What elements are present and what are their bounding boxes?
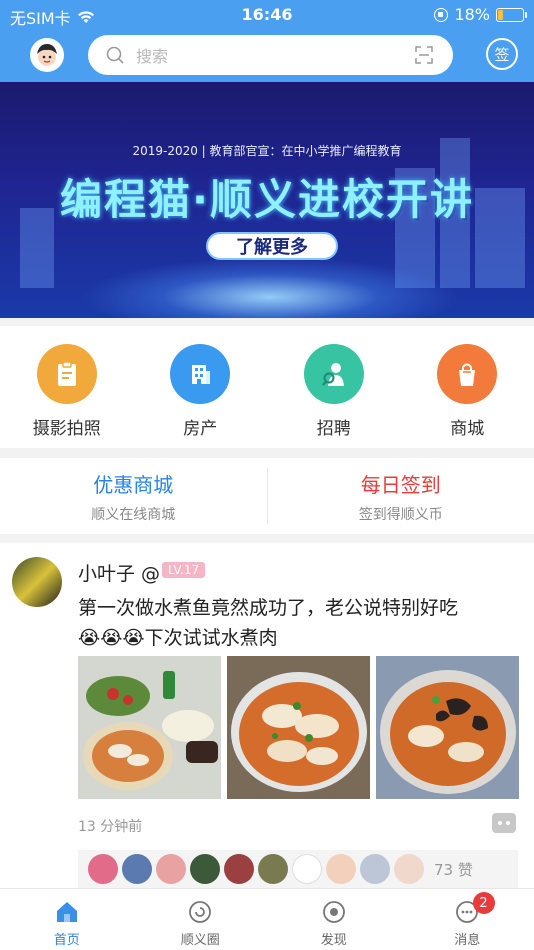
category-photography[interactable]: 摄影拍照 bbox=[0, 326, 134, 448]
category-icon-circle bbox=[437, 344, 498, 404]
app-screen: 无SIM卡 16:46 18% 搜索 签 2019-2020 | 教育部官宣：在… bbox=[0, 0, 534, 950]
status-bar: 无SIM卡 16:46 18% bbox=[0, 0, 534, 28]
search-icon bbox=[106, 46, 124, 64]
category-jobs[interactable]: 招聘 bbox=[267, 326, 401, 448]
clipboard-icon bbox=[57, 361, 76, 386]
banner-headline: 编程猫·顺义进校开讲 bbox=[60, 175, 474, 224]
promo-banner[interactable]: 2019-2020 | 教育部官宣：在中小学推广编程教育 编程猫·顺义进校开讲 … bbox=[0, 82, 534, 318]
banner-cta-button[interactable]: 了解更多 bbox=[206, 232, 338, 260]
tab-home[interactable]: 首页 bbox=[0, 889, 134, 950]
tab-circle[interactable]: 顺义圈 bbox=[134, 889, 268, 950]
tab-label: 消息 bbox=[454, 933, 481, 948]
home-icon bbox=[56, 902, 77, 922]
category-mall[interactable]: 商城 bbox=[401, 326, 534, 448]
category-real-estate[interactable]: 房产 bbox=[134, 326, 268, 448]
liker-avatar[interactable] bbox=[292, 854, 322, 884]
post-image[interactable] bbox=[376, 656, 519, 799]
tab-discover[interactable]: 发现 bbox=[267, 889, 401, 950]
liker-avatar[interactable] bbox=[88, 854, 118, 884]
food-photo bbox=[227, 656, 370, 799]
post-images bbox=[78, 656, 519, 799]
liker-avatar[interactable] bbox=[258, 854, 288, 884]
scan-icon[interactable] bbox=[415, 46, 433, 64]
battery-icon bbox=[496, 7, 527, 22]
building-icon bbox=[192, 365, 211, 384]
liker-avatar[interactable] bbox=[224, 854, 254, 884]
post-text-line: 第一次做水煮鱼竟然成功了，老公说特别好吃 bbox=[78, 597, 459, 619]
tab-label: 顺义圈 bbox=[180, 933, 220, 948]
promo-subtitle: 签到得顺义币 bbox=[358, 506, 443, 523]
liker-avatar[interactable] bbox=[190, 854, 220, 884]
promo-subtitle: 顺义在线商城 bbox=[91, 506, 176, 523]
discover-icon bbox=[322, 901, 345, 923]
status-right: 18% bbox=[434, 5, 527, 24]
liker-avatar[interactable] bbox=[326, 854, 356, 884]
post-image[interactable] bbox=[78, 656, 221, 799]
person-search-icon bbox=[321, 363, 344, 386]
post-timestamp: 13 分钟前 bbox=[78, 819, 143, 835]
category-label: 摄影拍照 bbox=[32, 419, 101, 439]
tab-label: 首页 bbox=[53, 933, 80, 948]
liker-avatar[interactable] bbox=[394, 854, 424, 884]
category-icon-circle bbox=[36, 344, 97, 404]
category-label: 商城 bbox=[450, 419, 485, 439]
feed-post[interactable]: 小叶子 @ LV.17 第一次做水煮鱼竟然成功了，老公说特别好吃 😭😭😭下次试试… bbox=[0, 543, 534, 888]
likes-count: 73 赞 bbox=[434, 860, 473, 879]
avatar-face-icon bbox=[37, 44, 57, 66]
promo-checkin[interactable]: 每日签到 签到得顺义币 bbox=[268, 458, 534, 534]
liker-avatar[interactable] bbox=[360, 854, 390, 884]
battery-percent: 18% bbox=[454, 5, 490, 24]
search-placeholder: 搜索 bbox=[136, 47, 169, 66]
unread-badge: 2 bbox=[472, 892, 495, 914]
category-icon-circle bbox=[303, 344, 364, 404]
category-icon-circle bbox=[170, 344, 231, 404]
liker-avatar[interactable] bbox=[122, 854, 152, 884]
post-author-avatar[interactable] bbox=[12, 557, 62, 607]
bottom-tab-bar: 首页 顺义圈 发现 消息 2 bbox=[0, 888, 534, 950]
search-bar[interactable]: 搜索 bbox=[88, 35, 453, 75]
user-avatar[interactable] bbox=[30, 38, 64, 72]
sign-in-button[interactable]: 签 bbox=[486, 38, 518, 70]
promo-title: 每日签到 bbox=[360, 472, 441, 497]
post-content: 第一次做水煮鱼竟然成功了，老公说特别好吃 😭😭😭下次试试水煮肉 bbox=[78, 593, 518, 653]
comment-dots-icon bbox=[498, 821, 510, 825]
category-label: 招聘 bbox=[316, 419, 351, 439]
category-label: 房产 bbox=[183, 419, 218, 439]
promo-mall[interactable]: 优惠商城 顺义在线商城 bbox=[0, 458, 267, 534]
food-photo bbox=[376, 656, 519, 799]
post-text-line: 😭😭😭下次试试水煮肉 bbox=[78, 627, 278, 649]
category-grid: 摄影拍照 房产 招聘 商城 bbox=[0, 326, 534, 448]
promo-row: 优惠商城 顺义在线商城 每日签到 签到得顺义币 bbox=[0, 458, 534, 534]
level-badge: LV.17 bbox=[162, 562, 206, 578]
circle-icon bbox=[189, 901, 212, 923]
tab-messages[interactable]: 消息 2 bbox=[401, 889, 534, 950]
post-image[interactable] bbox=[227, 656, 370, 799]
food-photo bbox=[78, 656, 221, 799]
shopping-bag-icon bbox=[459, 363, 476, 386]
likes-bar[interactable]: 73 赞 bbox=[78, 850, 518, 888]
post-author-name[interactable]: 小叶子 @ bbox=[78, 559, 160, 586]
tab-label: 发现 bbox=[320, 933, 347, 948]
banner-subline: 2019-2020 | 教育部官宣：在中小学推广编程教育 bbox=[132, 144, 402, 158]
promo-title: 优惠商城 bbox=[93, 472, 174, 497]
top-bar: 无SIM卡 16:46 18% 搜索 签 bbox=[0, 0, 534, 82]
liker-avatar[interactable] bbox=[156, 854, 186, 884]
comment-icon[interactable] bbox=[492, 813, 516, 833]
orientation-lock-icon bbox=[434, 7, 449, 22]
